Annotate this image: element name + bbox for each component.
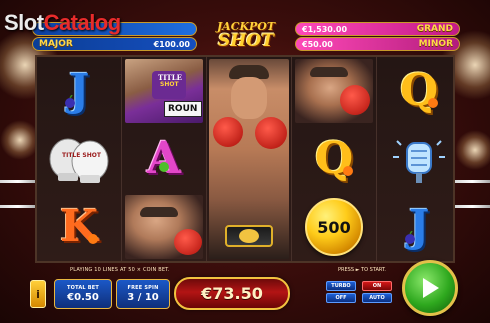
left-red-glove (213, 117, 243, 147)
arena-light (0, 120, 40, 160)
ring-rope (0, 205, 36, 208)
watermark-part1: Slot (4, 10, 44, 35)
right-red-glove (255, 117, 287, 149)
symbol-k: K (37, 193, 121, 261)
free-spin-value: 3 / 10 (127, 292, 159, 303)
jackpot-grand: €1,530.00 GRAND (295, 22, 460, 36)
ring-rope (0, 180, 36, 183)
coin-500: 500 (305, 198, 363, 256)
plum-icon (65, 95, 75, 108)
jackpot-grand-value: €1,530.00 (302, 24, 348, 34)
turbo-state: OFF (335, 295, 347, 301)
lime-icon (159, 162, 169, 172)
reel-grid: J TITLE SHOT K TITLE SHOT ROUN A Q 500 Q… (35, 55, 455, 263)
total-bet-value: €0.50 (67, 292, 99, 303)
info-button[interactable]: i (30, 280, 46, 308)
symbol-boxer-portrait (292, 57, 376, 125)
symbol-500-coin: 500 (292, 193, 376, 261)
turbo-label-button[interactable]: TURBO (326, 281, 356, 291)
spin-button[interactable] (402, 260, 458, 316)
symbol-j: J (37, 57, 121, 125)
auto-label: AUTO (369, 295, 385, 301)
microphone-icon (393, 140, 445, 183)
round-card-text: ROUN (168, 104, 198, 114)
jackpot-logo-bottom: SHOT (218, 31, 274, 51)
reel-3 (207, 57, 291, 261)
symbol-boxer-portrait (122, 193, 206, 261)
red-glove (174, 229, 202, 255)
symbol-j: J (377, 193, 461, 261)
boxing-gloves-icon: TITLE SHOT (49, 138, 109, 183)
red-glove (340, 85, 370, 115)
slotcatalog-watermark: SlotCatalog (4, 10, 121, 36)
jackpot-grand-name: GRAND (416, 24, 453, 34)
jackpot-shot-logo: JACKPOT SHOT (210, 20, 282, 54)
reel-4: Q 500 (292, 57, 376, 261)
symbol-a: A (122, 125, 206, 193)
symbol-q: Q (292, 125, 376, 193)
win-display: €73.50 (174, 277, 290, 310)
orange-icon (428, 98, 438, 108)
belt-buckle (239, 229, 259, 243)
symbol-microphone (377, 125, 461, 193)
symbol-q: Q (377, 57, 461, 125)
boxer-hair (310, 67, 348, 77)
orange-icon (88, 234, 98, 244)
orange-icon (343, 166, 353, 176)
turbo-off-button[interactable]: OFF (326, 293, 356, 303)
jackpot-minor: €50.00 MINOR (295, 37, 460, 51)
symbol-boxing-gloves: TITLE SHOT (37, 125, 121, 193)
plum-icon (405, 231, 415, 244)
jackpot-major: MAJOR €100.00 (32, 37, 197, 51)
coin-value: 500 (317, 217, 351, 237)
boxer-tall-face (231, 77, 267, 119)
win-value: €73.50 (201, 284, 263, 303)
reel-2: TITLE SHOT ROUN A (122, 57, 206, 261)
game-screen: MAJOR €100.00 JACKPOT SHOT €1,530.00 GRA… (0, 0, 490, 323)
watermark-part2: Catalog (43, 10, 122, 35)
reel-5: Q J (377, 57, 461, 261)
turbo-label: TURBO (331, 283, 351, 289)
auto-on-label: ON (372, 283, 382, 289)
symbol-letter: A (146, 133, 182, 184)
control-bar: i TOTAL BET €0.50 FREE SPIN 3 / 10 €73.5… (30, 260, 470, 318)
boxer-hair (140, 207, 178, 217)
gloves-text: TITLE SHOT (62, 152, 102, 159)
jackpot-minor-value: €50.00 (302, 39, 333, 49)
play-icon (423, 278, 439, 298)
symbol-ring-girl: TITLE SHOT ROUN (122, 57, 206, 125)
free-spin-label: FREE SPIN (127, 285, 159, 291)
auto-on-button[interactable]: ON (362, 281, 392, 291)
reel-1: J TITLE SHOT K (37, 57, 121, 261)
ring-girl-text-2: SHOT (160, 81, 179, 88)
total-bet-label: TOTAL BET (67, 285, 99, 291)
jackpot-major-value: €100.00 (153, 39, 190, 49)
jackpot-major-name: MAJOR (39, 39, 73, 49)
jackpot-minor-name: MINOR (418, 39, 453, 49)
info-icon: i (36, 287, 40, 301)
total-bet-box[interactable]: TOTAL BET €0.50 (54, 279, 112, 309)
free-spin-box: FREE SPIN 3 / 10 (116, 279, 170, 309)
auto-button[interactable]: AUTO (362, 293, 392, 303)
